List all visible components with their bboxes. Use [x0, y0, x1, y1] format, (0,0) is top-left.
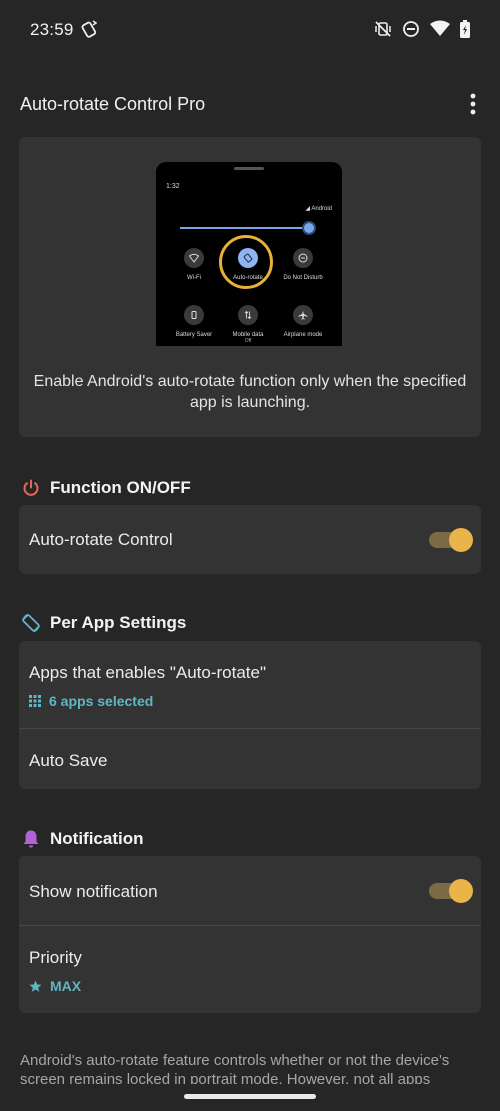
- footer-description: Android's auto-rotate feature controls w…: [20, 1052, 450, 1084]
- phone-time: 1:32: [166, 183, 180, 190]
- wifi-icon: [184, 248, 204, 268]
- power-icon: [20, 477, 42, 499]
- notification-card: Show notification Priority MAX: [19, 856, 481, 1013]
- do-not-disturb-icon: [293, 248, 313, 268]
- apps-selected-value: 6 apps selected: [49, 693, 154, 709]
- do-not-disturb-icon: [402, 20, 420, 43]
- airplane-icon: [293, 305, 313, 325]
- status-bar: 23:59: [0, 0, 500, 62]
- tile-wifi: Wi-Fi: [164, 248, 224, 281]
- priority-row[interactable]: Priority MAX: [19, 926, 481, 1013]
- star-icon: [29, 980, 42, 993]
- auto-save-row[interactable]: Auto Save: [19, 729, 481, 789]
- phone-handle: [234, 167, 264, 170]
- brightness-slider: [180, 227, 308, 229]
- tile-do-not-disturb: Do Not Disturb: [273, 248, 333, 281]
- function-card: Auto-rotate Control: [19, 505, 481, 574]
- hero-card: 1:32 ◢ Android Wi-Fi Auto-rotate Do Not …: [19, 137, 481, 437]
- app-bar: Auto-rotate Control Pro: [0, 78, 500, 130]
- hero-description: Enable Android's auto-rotate function on…: [33, 373, 467, 411]
- brightness-thumb: [304, 223, 314, 233]
- gesture-nav-handle[interactable]: [184, 1094, 316, 1099]
- tile-mobile-data: Mobile data Off: [218, 305, 278, 344]
- priority-label: Priority: [29, 948, 82, 967]
- bell-icon: [20, 828, 42, 850]
- auto-rotate-control-label: Auto-rotate Control: [29, 530, 173, 549]
- vibrate-off-icon: [374, 20, 392, 43]
- mobile-data-icon: [238, 305, 258, 325]
- status-time: 23:59: [30, 20, 74, 39]
- battery-icon: [460, 20, 470, 43]
- screen-rotation-icon: [20, 612, 42, 634]
- per-app-card: Apps that enables "Auto-rotate" 6 apps s…: [19, 641, 481, 789]
- tile-battery-saver: Battery Saver: [164, 305, 224, 338]
- rotate-phone-icon: [79, 19, 99, 44]
- show-notification-label: Show notification: [29, 882, 158, 901]
- priority-value: MAX: [50, 978, 82, 994]
- more-vertical-icon[interactable]: [462, 90, 484, 118]
- auto-save-label: Auto Save: [29, 751, 108, 770]
- auto-rotate-control-row[interactable]: Auto-rotate Control: [19, 505, 481, 574]
- app-title: Auto-rotate Control Pro: [20, 94, 206, 114]
- tile-airplane-mode: Airplane mode: [273, 305, 333, 338]
- show-notification-row[interactable]: Show notification: [19, 856, 481, 925]
- section-function-title: Function ON/OFF: [20, 477, 191, 499]
- phone-carrier: ◢ Android: [305, 206, 332, 212]
- apps-enable-label: Apps that enables "Auto-rotate": [29, 663, 266, 682]
- battery-saver-icon: [184, 305, 204, 325]
- section-per-app-title: Per App Settings: [20, 612, 186, 634]
- apps-enable-row[interactable]: Apps that enables "Auto-rotate" 6 apps s…: [19, 641, 481, 728]
- phone-preview-image: 1:32 ◢ Android Wi-Fi Auto-rotate Do Not …: [156, 162, 342, 346]
- show-notification-toggle[interactable]: [429, 879, 473, 903]
- apps-grid-icon: [29, 695, 41, 707]
- auto-rotate-highlight-ring: [219, 235, 273, 289]
- section-notification-title: Notification: [20, 828, 144, 850]
- wifi-icon: [430, 20, 450, 43]
- auto-rotate-control-toggle[interactable]: [429, 528, 473, 552]
